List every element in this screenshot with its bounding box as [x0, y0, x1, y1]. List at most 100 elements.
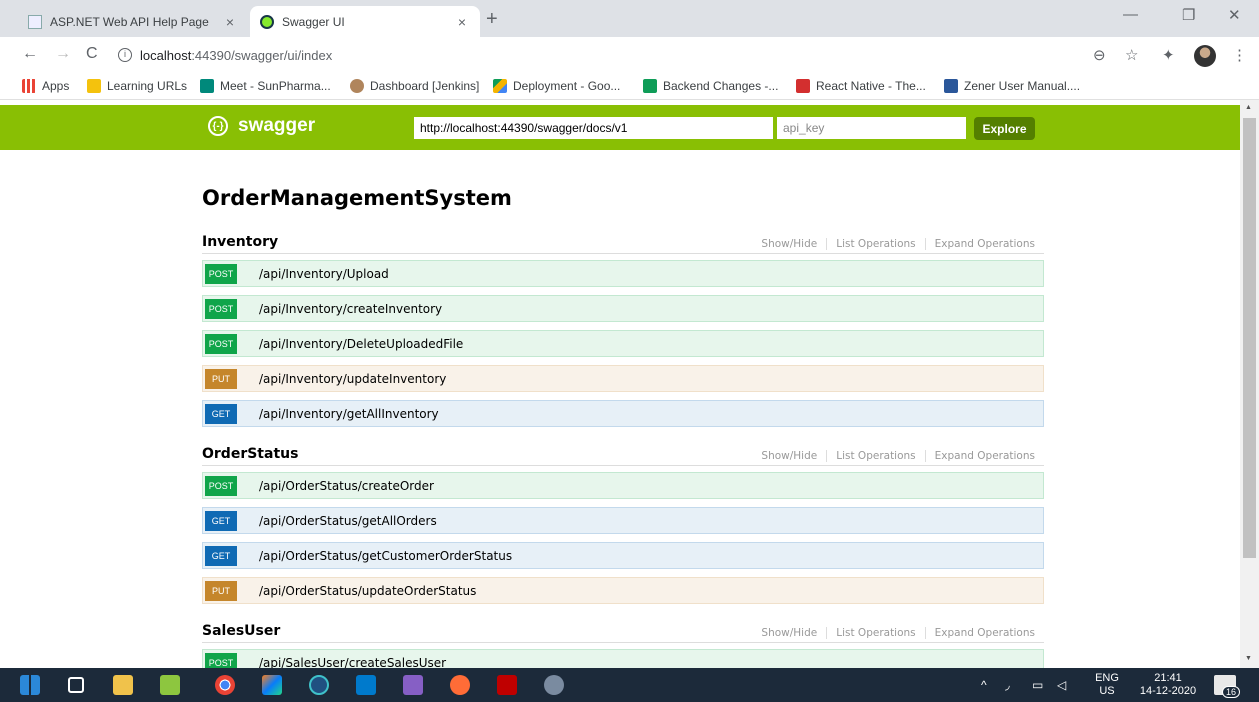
list-operations-link[interactable]: List Operations [827, 450, 926, 462]
operation-path[interactable]: /api/Inventory/createInventory [259, 302, 442, 316]
star-icon[interactable]: ☆ [1125, 46, 1138, 64]
back-arrow-icon[interactable]: ← [22, 45, 38, 63]
bookmark-backend-changes[interactable]: Backend Changes -... [643, 79, 778, 93]
method-badge[interactable]: PUT [205, 580, 237, 601]
sourcetree-icon[interactable] [309, 675, 329, 695]
list-operations-link[interactable]: List Operations [827, 627, 926, 639]
operation-row[interactable]: POST /api/Inventory/createInventory [202, 295, 1044, 322]
expand-operations-link[interactable]: Expand Operations [926, 450, 1035, 462]
operation-path[interactable]: /api/Inventory/Upload [259, 267, 389, 281]
method-badge[interactable]: GET [205, 510, 237, 531]
language-indicator[interactable]: ENG US [1094, 672, 1120, 698]
extensions-icon[interactable]: ✦ [1162, 46, 1175, 64]
show-hide-link[interactable]: Show/Hide [752, 627, 828, 639]
zoom-icon[interactable]: ⊖ [1093, 46, 1106, 64]
notepad-plus-icon[interactable] [160, 675, 180, 695]
bookmark-learning-urls[interactable]: Learning URLs [87, 79, 187, 93]
method-badge[interactable]: POST [205, 652, 237, 668]
tab-aspnet-help[interactable]: ASP.NET Web API Help Page × [18, 6, 248, 37]
operation-row[interactable]: PUT /api/OrderStatus/updateOrderStatus [202, 577, 1044, 604]
show-hide-link[interactable]: Show/Hide [752, 238, 828, 250]
operation-path[interactable]: /api/SalesUser/createSalesUser [259, 656, 446, 669]
section-title[interactable]: SalesUser [202, 623, 280, 639]
new-tab-button[interactable]: + [486, 8, 498, 31]
notification-count-badge: 16 [1221, 686, 1240, 698]
jetbrains-icon[interactable] [262, 675, 282, 695]
swagger-logo[interactable]: {-} swagger [208, 115, 315, 137]
bookmark-react-native[interactable]: React Native - The... [796, 79, 926, 93]
volume-icon[interactable]: ◁ [1057, 678, 1066, 692]
file-explorer-icon[interactable] [113, 675, 133, 695]
operation-path[interactable]: /api/Inventory/getAllInventory [259, 407, 439, 421]
task-view-icon[interactable] [68, 677, 84, 693]
filezilla-icon[interactable] [497, 675, 517, 695]
operation-path[interactable]: /api/Inventory/updateInventory [259, 372, 446, 386]
method-badge[interactable]: GET [205, 403, 237, 424]
method-badge[interactable]: POST [205, 298, 237, 319]
operation-path[interactable]: /api/OrderStatus/getAllOrders [259, 514, 437, 528]
udemy-icon [796, 79, 810, 93]
jenkins-icon [350, 79, 364, 93]
tray-chevron-icon[interactable]: ^ [981, 678, 987, 692]
close-icon[interactable]: × [458, 14, 466, 30]
operation-path[interactable]: /api/OrderStatus/getCustomerOrderStatus [259, 549, 512, 563]
windows-start-icon[interactable] [20, 675, 40, 695]
expand-operations-link[interactable]: Expand Operations [926, 627, 1035, 639]
maximize-button[interactable]: ❐ [1182, 6, 1195, 24]
operation-row[interactable]: GET /api/Inventory/getAllInventory [202, 400, 1044, 427]
close-icon[interactable]: × [226, 14, 234, 30]
menu-icon[interactable]: ⋮ [1232, 46, 1247, 64]
battery-icon[interactable]: ▭ [1032, 678, 1043, 692]
operation-row[interactable]: POST /api/Inventory/Upload [202, 260, 1044, 287]
bookmark-deployment[interactable]: Deployment - Goo... [493, 79, 620, 93]
bookmark-meet-sunpharma[interactable]: Meet - SunPharma... [200, 79, 331, 93]
page-scrollbar[interactable]: ▲ ▼ [1240, 100, 1259, 668]
forward-arrow-icon[interactable]: → [55, 45, 71, 63]
tab-swagger-ui[interactable]: Swagger UI × [250, 6, 480, 37]
operation-path[interactable]: /api/Inventory/DeleteUploadedFile [259, 337, 463, 351]
notification-center-icon[interactable]: 16 [1214, 675, 1240, 698]
bookmark-apps[interactable]: Apps [22, 79, 69, 93]
method-badge[interactable]: GET [205, 545, 237, 566]
postman-icon[interactable] [450, 675, 470, 695]
reload-icon[interactable]: C [86, 45, 98, 63]
operation-path[interactable]: /api/OrderStatus/updateOrderStatus [259, 584, 476, 598]
chrome-icon[interactable] [215, 675, 235, 695]
network-icon[interactable]: ◞ [1005, 678, 1010, 692]
operation-row[interactable]: PUT /api/Inventory/updateInventory [202, 365, 1044, 392]
method-badge[interactable]: PUT [205, 368, 237, 389]
profile-avatar[interactable] [1194, 45, 1216, 67]
info-icon[interactable]: i [118, 48, 132, 62]
method-badge[interactable]: POST [205, 333, 237, 354]
scroll-down-icon[interactable]: ▼ [1245, 655, 1252, 662]
vscode-icon[interactable] [356, 675, 376, 695]
operation-row[interactable]: GET /api/OrderStatus/getCustomerOrderSta… [202, 542, 1044, 569]
close-window-button[interactable]: ✕ [1228, 6, 1241, 24]
operation-row[interactable]: POST /api/Inventory/DeleteUploadedFile [202, 330, 1044, 357]
operation-row[interactable]: GET /api/OrderStatus/getAllOrders [202, 507, 1044, 534]
explore-button[interactable]: Explore [974, 117, 1035, 140]
show-hide-link[interactable]: Show/Hide [752, 450, 828, 462]
operation-row[interactable]: POST /api/OrderStatus/createOrder [202, 472, 1044, 499]
minimize-button[interactable]: — [1123, 6, 1138, 23]
section-title[interactable]: Inventory [202, 234, 278, 250]
visual-studio-icon[interactable] [403, 675, 423, 695]
bookmark-zener-manual[interactable]: Zener User Manual.... [944, 79, 1080, 93]
google-drive-icon [493, 79, 507, 93]
operation-path[interactable]: /api/OrderStatus/createOrder [259, 479, 434, 493]
method-badge[interactable]: POST [205, 475, 237, 496]
method-badge[interactable]: POST [205, 263, 237, 284]
url-omnibox[interactable]: i localhost:44390/swagger/ui/index [110, 42, 1110, 68]
scrollbar-thumb[interactable] [1243, 118, 1256, 558]
list-operations-link[interactable]: List Operations [827, 238, 926, 250]
snipping-tool-icon[interactable] [544, 675, 564, 695]
scroll-up-icon[interactable]: ▲ [1245, 104, 1252, 111]
expand-operations-link[interactable]: Expand Operations [926, 238, 1035, 250]
spec-url-input[interactable] [414, 117, 773, 139]
api-key-input[interactable] [777, 117, 966, 139]
bookmark-jenkins[interactable]: Dashboard [Jenkins] [350, 79, 479, 93]
swagger-icon [260, 14, 274, 29]
section-title[interactable]: OrderStatus [202, 446, 298, 462]
operation-row[interactable]: POST /api/SalesUser/createSalesUser [202, 649, 1044, 668]
clock[interactable]: 21:41 14-12-2020 [1132, 672, 1204, 698]
